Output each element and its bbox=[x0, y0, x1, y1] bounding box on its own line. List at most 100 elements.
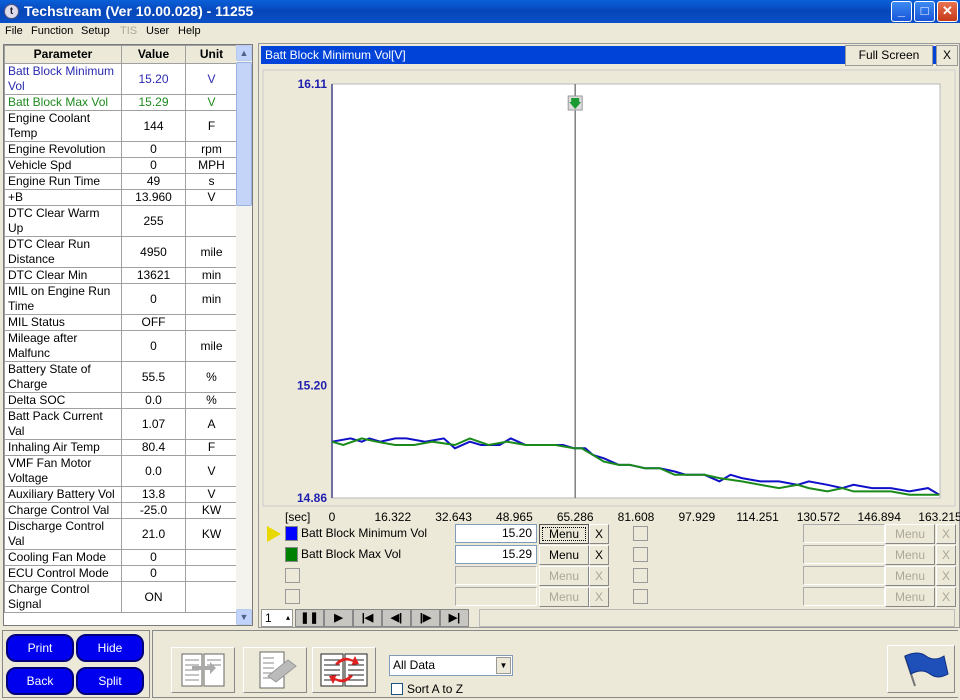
parameter-row[interactable]: Charge Control Signal ON bbox=[4, 581, 238, 613]
step-forward-button[interactable]: |▶ bbox=[411, 609, 440, 627]
series-current-value bbox=[803, 545, 885, 564]
parameter-unit bbox=[185, 565, 238, 582]
parameter-row[interactable]: Inhaling Air Temp 80.4 F bbox=[4, 439, 238, 456]
parameter-row[interactable]: DTC Clear Run Distance 4950 mile bbox=[4, 236, 238, 268]
minimize-button[interactable]: _ bbox=[891, 1, 912, 22]
parameter-row[interactable]: Mileage after Malfunc 0 mile bbox=[4, 330, 238, 362]
x-tick-label: 130.572 bbox=[796, 510, 841, 524]
x-tick-label: 114.251 bbox=[736, 510, 779, 524]
swap-lists-button[interactable] bbox=[312, 647, 376, 693]
parameter-row[interactable]: Auxiliary Battery Vol 13.8 V bbox=[4, 486, 238, 503]
sort-a-to-z-checkbox[interactable] bbox=[391, 683, 403, 695]
parameter-row[interactable]: Delta SOC 0.0% bbox=[4, 392, 238, 409]
compare-lists-button[interactable] bbox=[171, 647, 235, 693]
menu-function[interactable]: Function bbox=[31, 25, 73, 37]
empty-series-slot[interactable] bbox=[285, 568, 300, 583]
step-back-button[interactable]: ◀| bbox=[382, 609, 411, 627]
empty-series-slot[interactable] bbox=[285, 589, 300, 604]
parameter-name: Engine Revolution bbox=[4, 141, 122, 158]
dropdown-arrow-icon[interactable]: ▼ bbox=[496, 657, 511, 674]
parameter-name: Batt Pack Current Val bbox=[4, 408, 122, 440]
scroll-down-icon[interactable]: ▼ bbox=[236, 609, 252, 625]
remove-series-button: X bbox=[589, 587, 609, 607]
graph-window: Batt Block Minimum Vol[V] Full Screen X … bbox=[258, 43, 960, 628]
parameter-unit: F bbox=[185, 110, 238, 142]
empty-series-slot[interactable] bbox=[633, 526, 648, 541]
clear-list-button[interactable] bbox=[243, 647, 307, 693]
parameter-list-panel: Parameter Value Unit Batt Block Minimum … bbox=[3, 44, 253, 626]
hide-button[interactable]: Hide bbox=[76, 634, 144, 662]
series-menu-button[interactable]: Menu bbox=[539, 545, 589, 565]
parameter-row[interactable]: VMF Fan Motor Voltage 0.0 V bbox=[4, 455, 238, 487]
line-chart[interactable]: 16.11 15.20 14.86 bbox=[259, 44, 959, 514]
sort-a-to-z-label: Sort A to Z bbox=[407, 682, 464, 696]
scroll-up-icon[interactable]: ▲ bbox=[236, 45, 252, 61]
parameter-unit: V bbox=[185, 94, 238, 111]
parameter-row[interactable]: DTC Clear Min 13621 min bbox=[4, 267, 238, 284]
timeline-scrollbar[interactable] bbox=[479, 609, 955, 627]
menu-setup[interactable]: Setup bbox=[81, 25, 110, 37]
x-tick-label: 16.322 bbox=[374, 510, 412, 524]
print-button[interactable]: Print bbox=[6, 634, 74, 662]
pause-button[interactable]: ❚❚ bbox=[295, 609, 324, 627]
parameter-value: 13.8 bbox=[121, 486, 186, 503]
column-header-unit[interactable]: Unit bbox=[185, 45, 238, 64]
x-tick-label: 48.965 bbox=[496, 510, 533, 524]
speed-spinner[interactable]: 1 ▴ bbox=[261, 609, 293, 627]
empty-series-slot[interactable] bbox=[633, 547, 648, 562]
parameter-row[interactable]: MIL Status OFF bbox=[4, 314, 238, 331]
menu-file[interactable]: File bbox=[5, 25, 23, 37]
remove-series-button[interactable]: X bbox=[589, 545, 609, 565]
menu-user[interactable]: User bbox=[146, 25, 169, 37]
parameter-row[interactable]: Engine Revolution 0 rpm bbox=[4, 141, 238, 158]
parameter-unit: min bbox=[185, 267, 238, 284]
maximize-button[interactable]: □ bbox=[914, 1, 935, 22]
parameter-row[interactable]: Engine Coolant Temp 144 F bbox=[4, 110, 238, 142]
parameter-name: Auxiliary Battery Vol bbox=[4, 486, 122, 503]
parameter-row[interactable]: Batt Block Minimum Vol 15.20 V bbox=[4, 63, 238, 95]
parameter-row[interactable]: ECU Control Mode 0 bbox=[4, 565, 238, 582]
parameter-row[interactable]: DTC Clear Warm Up 255 bbox=[4, 205, 238, 237]
column-header-parameter[interactable]: Parameter bbox=[4, 45, 122, 64]
series-menu-button[interactable]: Menu bbox=[539, 524, 589, 544]
split-button[interactable]: Split bbox=[76, 667, 144, 695]
series-current-value bbox=[455, 587, 537, 606]
data-filter-select[interactable]: All Data ▼ bbox=[389, 655, 513, 676]
series-color-swatch[interactable] bbox=[285, 526, 298, 541]
empty-series-slot[interactable] bbox=[633, 589, 648, 604]
spinner-arrows-icon[interactable]: ▴ bbox=[286, 610, 290, 626]
parameter-row[interactable]: MIL on Engine Run Time 0 min bbox=[4, 283, 238, 315]
close-window-button[interactable]: ✕ bbox=[937, 1, 958, 22]
remove-series-button[interactable]: X bbox=[589, 524, 609, 544]
parameter-unit: mile bbox=[185, 330, 238, 362]
column-header-value[interactable]: Value bbox=[121, 45, 186, 64]
step-back-icon: ◀| bbox=[390, 612, 403, 624]
parameter-unit: min bbox=[185, 283, 238, 315]
parameter-unit: mile bbox=[185, 236, 238, 268]
last-frame-button[interactable]: ▶| bbox=[440, 609, 469, 627]
parameter-name: Mileage after Malfunc bbox=[4, 330, 122, 362]
play-button[interactable]: ▶ bbox=[324, 609, 353, 627]
parameter-value: -25.0 bbox=[121, 502, 186, 519]
series-color-swatch[interactable] bbox=[285, 547, 298, 562]
parameter-row[interactable]: Batt Block Max Vol 15.29 V bbox=[4, 94, 238, 111]
parameter-list-scrollbar[interactable]: ▲ ▼ bbox=[236, 45, 252, 625]
back-button[interactable]: Back bbox=[6, 667, 74, 695]
parameter-row[interactable]: Engine Run Time 49 s bbox=[4, 173, 238, 190]
parameter-row[interactable]: Batt Pack Current Val 1.07 A bbox=[4, 408, 238, 440]
parameter-row[interactable]: Discharge Control Val 21.0 KW bbox=[4, 518, 238, 550]
scroll-thumb[interactable] bbox=[236, 62, 252, 206]
parameter-row[interactable]: Charge Control Val -25.0 KW bbox=[4, 502, 238, 519]
parameter-row[interactable]: Cooling Fan Mode 0 bbox=[4, 549, 238, 566]
y-tick-label: 16.11 bbox=[298, 77, 328, 91]
remove-series-button: X bbox=[936, 587, 956, 607]
flag-button[interactable] bbox=[887, 645, 955, 693]
parameter-row[interactable]: Vehicle Spd 0 MPH bbox=[4, 157, 238, 174]
menu-help[interactable]: Help bbox=[178, 25, 201, 37]
empty-series-slot[interactable] bbox=[633, 568, 648, 583]
parameter-row[interactable]: +B 13.960 V bbox=[4, 189, 238, 206]
series-label: Batt Block Max Vol bbox=[301, 547, 402, 561]
first-frame-button[interactable]: |◀ bbox=[353, 609, 382, 627]
parameter-row[interactable]: Battery State of Charge 55.5% bbox=[4, 361, 238, 393]
series-menu-button: Menu bbox=[885, 587, 935, 607]
